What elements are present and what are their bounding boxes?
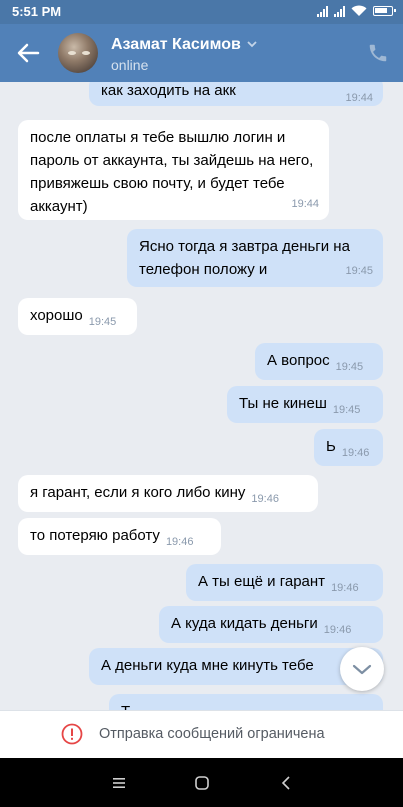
message-time: 19:46 — [323, 624, 352, 636]
message-bubble[interactable]: Т — [109, 694, 383, 710]
message-bubble[interactable]: А вопрос 19:45 — [255, 343, 383, 380]
message-time: 19:46 — [251, 493, 279, 505]
message-text: Ты не кинеш — [239, 395, 327, 412]
message-text: после оплаты я тебе вышлю логин и пароль… — [30, 129, 314, 215]
message-text: Ь — [326, 438, 336, 455]
home-icon[interactable] — [193, 774, 211, 792]
chevron-down-icon[interactable] — [246, 38, 258, 50]
status-icons — [317, 5, 396, 17]
message-bubble[interactable]: после оплаты я тебе вышлю логин и пароль… — [18, 120, 329, 220]
chevron-down-icon — [352, 664, 372, 675]
message-text: то потеряю работу — [30, 527, 160, 544]
clock: 5:51 PM — [12, 4, 62, 19]
message-text: А вопрос — [267, 352, 330, 369]
message-text: А куда кидать деньги — [171, 615, 318, 632]
message-time: 19:45 — [88, 316, 117, 328]
status-bar: 5:51 PM — [0, 0, 403, 24]
navigation-bar — [0, 758, 403, 807]
message-time: 19:44 — [345, 92, 373, 104]
message-text: Т — [121, 703, 130, 710]
message-text: А ты ещё и гарант — [198, 573, 326, 590]
message-time: 19:45 — [335, 361, 364, 373]
message-text: А деньги куда мне кинуть тебе — [101, 657, 314, 674]
message-bubble[interactable]: Ь 19:46 — [314, 429, 383, 466]
scroll-to-bottom-button[interactable] — [340, 647, 384, 691]
message-text: я гарант, если я кого либо кину — [30, 484, 246, 501]
messaging-restricted-banner: Отправка сообщений ограничена — [0, 710, 403, 759]
message-time: 19:45 — [332, 404, 361, 416]
message-bubble[interactable]: Ты не кинеш 19:45 — [227, 386, 383, 423]
message-bubble[interactable]: как заходить на акк 19:44 — [89, 82, 383, 106]
back-icon[interactable] — [278, 774, 296, 792]
message-bubble[interactable]: Ясно тогда я завтра деньги на телефон по… — [127, 229, 383, 287]
message-time: 19:46 — [331, 582, 359, 594]
message-bubble[interactable]: то потеряю работу 19:46 — [18, 518, 221, 555]
signal-icon — [317, 5, 328, 17]
wifi-icon — [351, 5, 367, 16]
phone-icon[interactable] — [367, 42, 389, 64]
message-bubble[interactable]: А деньги куда мне кинуть тебе — [89, 648, 383, 685]
back-arrow-icon[interactable] — [14, 39, 42, 67]
contact-name[interactable]: Азамат Касимов — [111, 36, 241, 54]
message-text: Ясно тогда я завтра деньги на телефон по… — [139, 238, 350, 278]
battery-icon — [373, 6, 396, 16]
message-bubble[interactable]: я гарант, если я кого либо кину 19:46 — [18, 475, 318, 512]
message-time: 19:44 — [291, 198, 319, 210]
message-list[interactable]: как заходить на акк 19:44 после оплаты я… — [0, 82, 403, 710]
menu-icon[interactable] — [110, 774, 128, 792]
contact-status: online — [111, 57, 149, 73]
message-bubble[interactable]: А ты ещё и гарант 19:46 — [186, 564, 383, 601]
message-time: 19:45 — [345, 265, 373, 277]
message-bubble[interactable]: хорошо 19:45 — [18, 298, 137, 335]
warning-icon — [61, 723, 83, 745]
restriction-text: Отправка сообщений ограничена — [99, 726, 325, 742]
avatar[interactable] — [58, 33, 98, 73]
message-time: 19:46 — [341, 447, 370, 459]
message-bubble[interactable]: А куда кидать деньги 19:46 — [159, 606, 383, 643]
signal-icon-2 — [334, 5, 345, 17]
message-text: хорошо — [30, 307, 83, 324]
chat-header: Азамат Касимов online — [0, 24, 403, 82]
message-text: как заходить на акк — [101, 82, 236, 99]
message-time: 19:46 — [165, 536, 194, 548]
